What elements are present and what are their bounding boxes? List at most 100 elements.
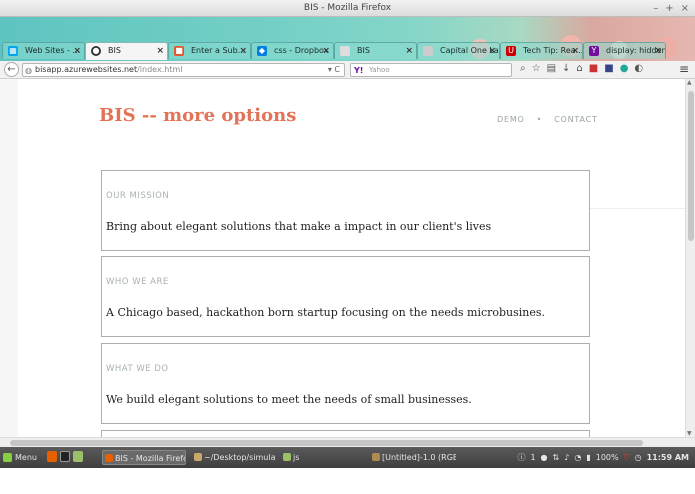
user-icon[interactable]: ● [541,453,548,462]
tab-enter-a-sub[interactable]: ■ Enter a Sub... × [168,42,251,59]
taskbar-item-firefox[interactable]: BIS - Mozilla Firefox [102,450,186,465]
close-tab-icon[interactable]: × [322,43,330,59]
tab-bar: ▦ Web Sites - ... × ● BIS × ■ Enter a Su… [0,17,695,61]
volume-icon[interactable]: ♪ [564,453,569,462]
window-titlebar: BIS - Mozilla Firefox – + × [0,0,695,17]
yahoo-icon: Y [589,46,599,56]
shield-icon[interactable]: ⛉ [624,453,630,463]
taskbar-item-js[interactable]: js [281,450,365,465]
minimize-button[interactable]: – [653,0,658,17]
url-host: bisapp.azurewebsites.net [35,65,138,74]
tab-bis-active[interactable]: ● BIS × [85,42,168,60]
battery-level: 100% [595,453,619,462]
tab-label: Enter a Sub... [191,46,246,55]
page-margin [0,79,18,437]
firefox-launcher-icon[interactable] [47,451,57,462]
taskbar-item-label: js [293,453,300,462]
tab-label: Web Sites - ... [25,46,81,55]
vertical-scroll-thumb[interactable] [688,91,694,241]
nav-link-demo[interactable]: DEMO [497,115,525,124]
url-path: /index.html [137,65,183,74]
close-tab-icon[interactable]: × [156,43,164,59]
tab-strip: ▦ Web Sites - ... × ● BIS × ■ Enter a Su… [2,42,666,60]
notification-count[interactable]: 1 [530,453,535,462]
blank-page-icon [340,46,350,56]
home-icon[interactable]: ⌂ [576,63,582,74]
files-launcher-icon[interactable] [73,451,83,462]
tab-label: BIS [108,46,121,55]
network-icon[interactable]: ⇅ [553,453,560,462]
close-tab-icon[interactable]: × [571,43,579,59]
search-icon[interactable]: ⌕ [520,63,526,74]
download-icon[interactable]: ↓ [562,63,570,74]
hamburger-menu-icon[interactable]: ≡ [679,62,689,76]
mint-logo-icon [3,453,12,462]
tab-dropbox[interactable]: ◆ css - Dropbox × [251,42,334,59]
quick-launch [47,451,83,462]
close-tab-icon[interactable]: × [405,43,413,59]
submission-favicon-icon: ■ [174,46,184,56]
bookmarks-list-icon[interactable]: ▤ [547,63,556,74]
horizontal-scrollbar[interactable] [0,437,695,447]
taskbar-item-label: [Untitled]-1.0 (RGB... [382,453,456,462]
terminal-launcher-icon[interactable] [60,451,70,462]
card-partial [101,430,590,437]
nav-link-contact[interactable]: CONTACT [554,115,598,124]
screen-bottom-margin [0,468,695,494]
info-icon[interactable]: ⓘ [517,452,525,463]
site-favicon-icon: ● [91,46,101,56]
addon-teal-icon[interactable]: ● [620,63,629,74]
firefox-icon [105,454,113,462]
navigation-toolbar: ← ◍ bisapp.azurewebsites.net/index.html … [0,61,695,79]
taskbar-item-gimp[interactable]: [Untitled]-1.0 (RGB... [370,450,456,465]
taskbar-item-label: ~/Desktop/simulati... [204,453,276,462]
addon-red-icon[interactable]: ■ [589,63,598,74]
card-label: OUR MISSION [106,191,170,201]
close-window-button[interactable]: × [681,0,689,17]
url-bar[interactable]: ◍ bisapp.azurewebsites.net/index.html ▾ … [22,63,345,77]
site-nav: DEMO • CONTACT [497,115,598,124]
site-title[interactable]: BIS -- more options [99,105,296,126]
tab-tech-tip[interactable]: U Tech Tip: Rea... × [500,42,583,59]
close-tab-icon[interactable]: × [73,43,81,59]
divider-line [590,208,685,209]
horizontal-scroll-thumb[interactable] [10,440,643,446]
url-controls[interactable]: ▾ C [328,64,340,76]
tab-label: BIS [357,46,370,55]
back-button[interactable]: ← [4,62,19,77]
card-text: Bring about elegant solutions that make … [106,220,492,233]
scroll-up-icon[interactable]: ▲ [687,79,692,86]
card-who-we-are: WHO WE ARE A Chicago based, hackathon bo… [101,256,590,337]
scroll-down-icon[interactable]: ▼ [687,430,692,437]
search-bar[interactable]: Y! Yahoo [350,63,512,77]
system-tray: ⓘ 1 ● ⇅ ♪ ◔ ▮ 100% ⛉ ◷ 11:59 AM [517,450,689,465]
tab-bis[interactable]: BIS × [334,42,417,59]
wifi-icon[interactable]: ◔ [574,453,581,462]
tab-display-hidden[interactable]: Y display: hidden... × [583,42,666,59]
close-tab-icon[interactable]: × [654,43,662,59]
start-menu-button[interactable]: Menu [3,450,37,465]
close-tab-icon[interactable]: × [488,43,496,59]
start-menu-label: Menu [15,453,37,462]
tab-web-sites[interactable]: ▦ Web Sites - ... × [2,42,85,59]
addon-gray-icon[interactable]: ◐ [634,63,643,74]
vertical-scrollbar[interactable]: ▲ ▼ [685,79,695,437]
yahoo-search-icon[interactable]: Y! [354,65,363,77]
bookmark-star-icon[interactable]: ☆ [532,63,541,74]
battery-icon[interactable]: ▮ [586,453,590,462]
windows-icon: ▦ [8,46,18,56]
os-taskbar: Menu BIS - Mozilla Firefox ~/Desktop/sim… [0,447,695,468]
tab-capital-one-labs[interactable]: Capital One Labs × [417,42,500,59]
search-placeholder: Yahoo [369,66,390,74]
clock[interactable]: 11:59 AM [647,453,689,462]
taskbar-item-files[interactable]: ~/Desktop/simulati... [192,450,276,465]
card-text: A Chicago based, hackathon born startup … [106,306,546,319]
addon-blue-icon[interactable]: ■ [604,63,613,74]
card-label: WHO WE ARE [106,277,169,287]
clock-icon: ◷ [634,453,642,462]
maximize-button[interactable]: + [665,0,673,17]
back-arrow-icon: ← [7,64,16,75]
window-controls: – + × [653,0,689,17]
close-tab-icon[interactable]: × [239,43,247,59]
blank-page-icon [423,46,433,56]
